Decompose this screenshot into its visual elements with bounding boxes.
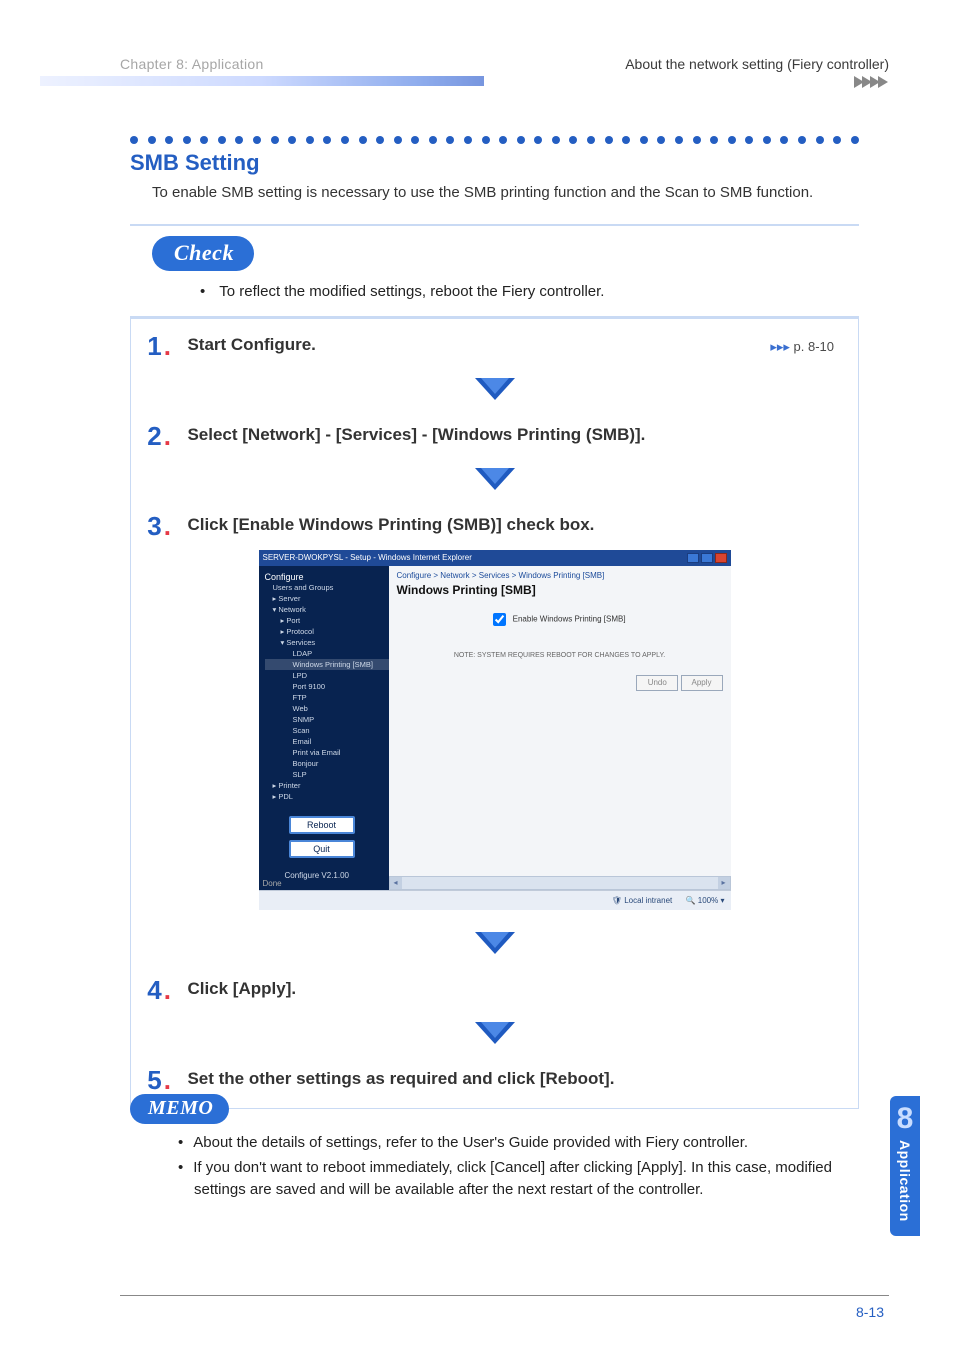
step-1: 1. Start Configure. ▸▸▸ p. 8-10 [131,318,858,374]
nav-protocol[interactable]: ▸ Protocol [265,626,389,637]
page-number: 8-13 [856,1304,884,1320]
step-4-text: Click [Apply]. [187,979,296,999]
nav-windows-smb[interactable]: Windows Printing [SMB] [265,659,389,670]
steps-container: 1. Start Configure. ▸▸▸ p. 8-10 2. Selec… [130,318,859,1109]
nav-configure[interactable]: Configure [265,572,389,582]
header-right: About the network setting (Fiery control… [625,56,889,72]
step-4-num: 4. [131,975,171,1006]
nav-printer[interactable]: ▸ Printer [265,780,389,791]
header-arrow-icon [854,76,894,88]
step-5-text: Set the other settings as required and c… [187,1069,614,1089]
side-tab-label: Application [897,1140,913,1222]
horizontal-scrollbar[interactable]: ◂▸ [389,876,731,890]
shot-nav: Configure Users and Groups ▸ Server ▾ Ne… [259,566,389,890]
arrow-down-icon [131,1018,858,1053]
nav-snmp[interactable]: SNMP [265,714,389,725]
memo-pill: MEMO [130,1094,229,1124]
status-done: Done [263,879,282,888]
nav-email[interactable]: Email [265,736,389,747]
step-1-num: 1. [131,331,171,362]
enable-smb-row: Enable Windows Printing [SMB] [397,613,723,626]
header-underline [40,76,484,86]
zoom-value[interactable]: 100% [698,896,718,905]
nav-bonjour[interactable]: Bonjour [265,758,389,769]
step-2-text: Select [Network] - [Services] - [Windows… [187,425,645,445]
nav-services[interactable]: ▾ Services [265,637,389,648]
screenshot: SERVER-DWOKPYSL - Setup - Windows Intern… [259,550,731,910]
step-3-text: Click [Enable Windows Printing (SMB)] ch… [187,515,594,535]
zone-label: Local intranet [624,896,672,905]
check-bullet: To reflect the modified settings, reboot… [200,283,859,300]
panel-heading: Windows Printing [SMB] [397,583,723,597]
apply-button[interactable]: Apply [681,675,723,691]
enable-smb-checkbox[interactable] [493,613,506,626]
nav-port9100[interactable]: Port 9100 [265,681,389,692]
nav-ldap[interactable]: LDAP [265,648,389,659]
zoom-icon: 🔍 [686,896,696,905]
memo-block: MEMO About the details of settings, refe… [130,1094,859,1204]
scroll-left-icon[interactable]: ◂ [390,877,402,889]
link-arrow-icon: ▸▸▸ [770,339,790,354]
zone-icon: 🛡 [612,896,622,905]
arrow-down-icon [131,374,858,409]
side-tab: 8 Application [890,1096,920,1236]
shot-main-panel: Configure > Network > Services > Windows… [389,566,731,890]
step-1-link-text: p. 8-10 [794,339,834,354]
scroll-right-icon[interactable]: ▸ [718,877,730,889]
footer-rule [120,1295,889,1296]
nav-pdl[interactable]: ▸ PDL [265,791,389,802]
memo-bullet-1: About the details of settings, refer to … [178,1132,859,1155]
nav-scan[interactable]: Scan [265,725,389,736]
side-tab-number: 8 [897,1102,914,1136]
nav-network[interactable]: ▾ Network [265,604,389,615]
maximize-icon[interactable] [701,553,713,563]
chapter-label: Chapter 8: Application [120,56,264,72]
step-3-num: 3. [131,511,171,542]
step-2-num: 2. [131,421,171,452]
nav-web[interactable]: Web [265,703,389,714]
arrow-down-icon [131,464,858,499]
enable-smb-label: Enable Windows Printing [SMB] [513,614,626,623]
check-block: Check To reflect the modified settings, … [130,224,859,318]
step-1-text: Start Configure. [187,335,315,355]
window-controls [687,553,727,563]
step-1-link[interactable]: ▸▸▸ p. 8-10 [770,339,834,355]
nav-users[interactable]: Users and Groups [265,582,389,593]
shot-titlebar: SERVER-DWOKPYSL - Setup - Windows Intern… [259,550,731,566]
reboot-note: NOTE: SYSTEM REQUIRES REBOOT FOR CHANGES… [397,652,723,659]
step-5-num: 5. [131,1065,171,1096]
undo-button[interactable]: Undo [636,675,678,691]
minimize-icon[interactable] [687,553,699,563]
nav-server[interactable]: ▸ Server [265,593,389,604]
step-3: 3. Click [Enable Windows Printing (SMB)]… [131,499,858,928]
step-2: 2. Select [Network] - [Services] - [Wind… [131,409,858,464]
section-desc: To enable SMB setting is necessary to us… [152,182,859,204]
nav-pve[interactable]: Print via Email [265,747,389,758]
nav-port[interactable]: ▸ Port [265,615,389,626]
dots-divider [130,136,859,144]
close-icon[interactable] [715,553,727,563]
nav-lpd[interactable]: LPD [265,670,389,681]
nav-slp[interactable]: SLP [265,769,389,780]
configure-version: Configure V2.1.00 [285,871,350,880]
step-4: 4. Click [Apply]. [131,963,858,1018]
section-title: SMB Setting [130,150,859,176]
breadcrumb: Configure > Network > Services > Windows… [397,571,723,580]
shot-titlebar-text: SERVER-DWOKPYSL - Setup - Windows Intern… [263,553,472,562]
check-pill: Check [152,236,254,271]
memo-bullet-2: If you don't want to reboot immediately,… [178,1157,859,1202]
arrow-down-icon [131,928,858,963]
nav-ftp[interactable]: FTP [265,692,389,703]
quit-button[interactable]: Quit [289,840,355,858]
reboot-button[interactable]: Reboot [289,816,355,834]
statusbar: 🛡 Local intranet 🔍 100% ▾ [259,890,731,910]
